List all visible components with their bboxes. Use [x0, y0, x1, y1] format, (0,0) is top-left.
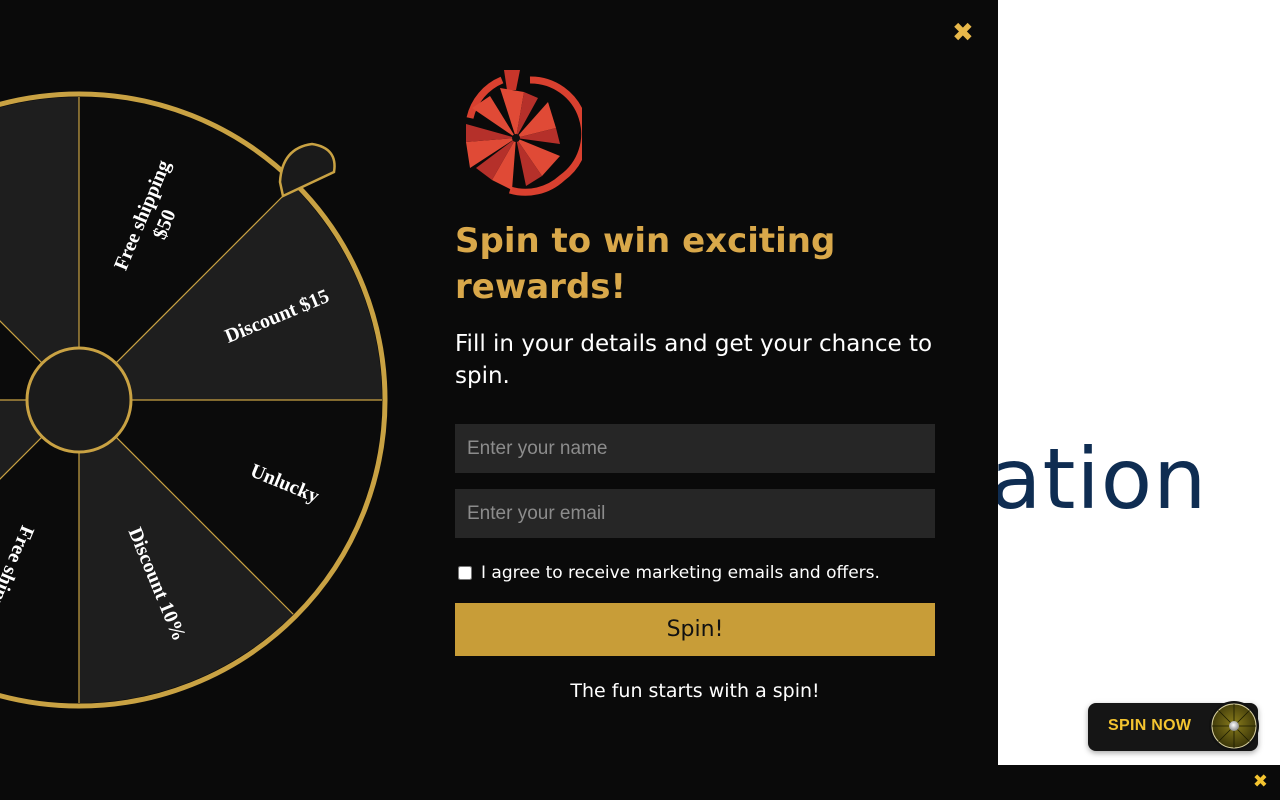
close-icon[interactable]: ✖	[952, 20, 974, 46]
popup-subtitle: Fill in your details and get your chance…	[455, 331, 933, 389]
popup-title: Spin to win exciting rewards!	[455, 221, 836, 307]
consent-checkbox[interactable]	[458, 566, 472, 580]
email-input[interactable]	[455, 489, 935, 538]
name-input[interactable]	[455, 424, 935, 473]
mini-wheel-icon	[1209, 701, 1259, 751]
bottom-bar: ✖	[998, 765, 1280, 800]
spin-popup: ✖ Free shipping$50 Discount $15 Unlucky Dis…	[0, 0, 998, 800]
consent-label: I agree to receive marketing emails and …	[481, 563, 880, 583]
close-icon[interactable]: ✖	[1253, 772, 1268, 792]
wheel-hub	[25, 346, 133, 454]
spin-now-button[interactable]: SPIN NOW	[1088, 701, 1259, 751]
spin-button[interactable]: Spin!	[455, 603, 935, 656]
wheel-logo	[466, 70, 582, 196]
spin-now-label: SPIN NOW	[1108, 717, 1192, 734]
wheel-pointer-icon	[278, 142, 336, 198]
tagline: The fun starts with a spin!	[570, 680, 820, 702]
consent-option[interactable]: I agree to receive marketing emails and …	[458, 563, 880, 583]
prize-wheel[interactable]: Free shipping$50Discount $15UnluckyDisco…	[0, 0, 400, 800]
background-heading: ation	[990, 430, 1208, 528]
